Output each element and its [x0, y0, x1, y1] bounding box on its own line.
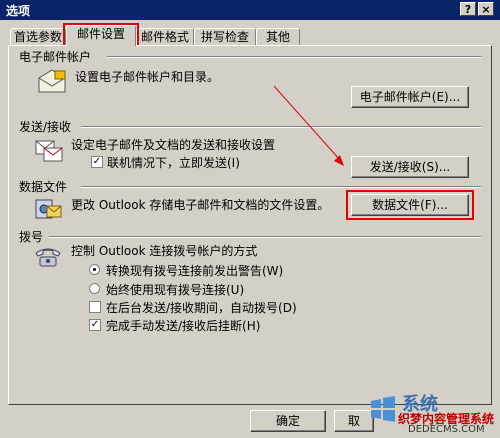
data-files-highlight-box	[346, 190, 474, 220]
auto-dial-label: 在后台发送/接收期间，自动拨号(D)	[106, 301, 297, 315]
section-divider	[81, 186, 481, 188]
send-receive-icon	[35, 138, 63, 165]
hang-up-label: 完成手动发送/接收后挂断(H)	[106, 319, 261, 333]
send-receive-button[interactable]: 发送/接收(S)...	[351, 156, 469, 178]
send-immediately-label: 联机情况下，立即发送(I)	[107, 156, 240, 170]
radio-warn-label: 转换现有拨号连接前发出警告(W)	[106, 264, 284, 278]
data-files-icon	[33, 194, 63, 223]
section-divider	[107, 56, 481, 58]
windows-logo-icon	[371, 396, 395, 422]
email-accounts-button[interactable]: 电子邮件帐户(E)...	[351, 86, 469, 108]
watermark-url: DEDECMS.COM	[408, 424, 485, 435]
title-bar: 选项 ? ×	[0, 0, 500, 20]
radio-warn-before-switch[interactable]	[89, 264, 100, 275]
hang-up-checkbox[interactable]: ✓	[89, 319, 101, 331]
help-button[interactable]: ?	[460, 2, 476, 16]
annotation-arrow	[273, 85, 344, 166]
send-receive-title: 发送/接收	[19, 120, 72, 134]
email-accounts-icon	[37, 68, 67, 97]
dialup-description: 控制 Outlook 连接拨号帐户的方式	[71, 244, 258, 258]
section-divider	[49, 236, 481, 238]
window-title: 选项	[6, 4, 31, 18]
close-button[interactable]: ×	[478, 2, 494, 16]
send-receive-description: 设定电子邮件及文档的发送和接收设置	[71, 138, 276, 152]
email-accounts-description: 设置电子邮件帐户和目录。	[75, 70, 220, 84]
tab-mail-setup[interactable]: 邮件设置	[66, 25, 136, 46]
radio-always-label: 始终使用现有拨号连接(U)	[106, 283, 245, 297]
tab-other[interactable]: 其他	[256, 28, 300, 45]
dialup-title: 拨号	[19, 230, 44, 244]
options-dialog: 首选参数 邮件设置 邮件格式 拼写检查 其他 电子邮件帐户 设置电子邮件帐户和目…	[0, 20, 500, 438]
tab-mail-format[interactable]: 邮件格式	[136, 28, 194, 45]
tab-spelling[interactable]: 拼写检查	[194, 28, 256, 45]
tab-preferences[interactable]: 首选参数	[10, 28, 66, 45]
watermark: 系统 织梦内容管理系统 DEDECMS.COM	[368, 392, 500, 438]
radio-always-use-existing[interactable]	[89, 283, 100, 294]
ok-button[interactable]: 确定	[250, 410, 326, 432]
data-files-description: 更改 Outlook 存储电子邮件和文档的文件设置。	[71, 198, 330, 212]
data-files-title: 数据文件	[19, 180, 68, 194]
send-immediately-checkbox[interactable]: ✓	[91, 156, 103, 168]
email-accounts-title: 电子邮件帐户	[19, 50, 92, 64]
auto-dial-checkbox[interactable]	[89, 301, 101, 313]
phone-icon	[33, 244, 63, 271]
mail-setup-panel: 电子邮件帐户 设置电子邮件帐户和目录。 电子邮件帐户(E)... 发送/接收 设…	[8, 45, 492, 405]
